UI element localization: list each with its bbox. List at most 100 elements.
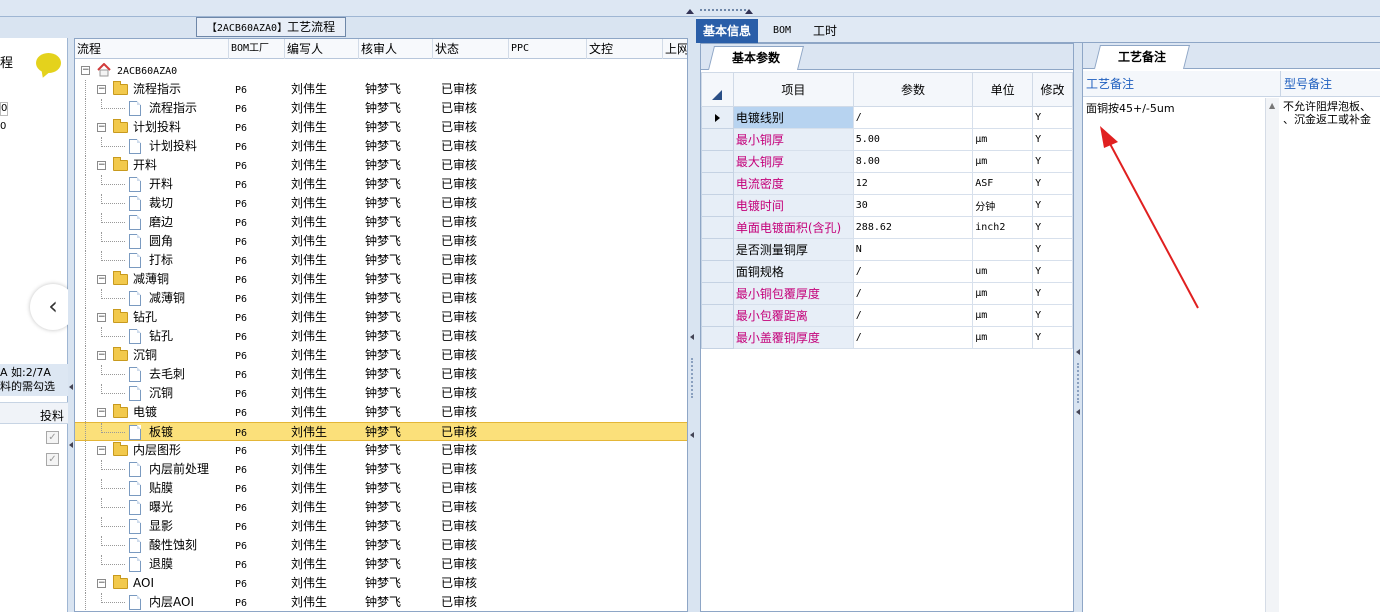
feed-checkbox[interactable]: ✓: [46, 453, 59, 466]
param-modify-cell[interactable]: Y: [1032, 326, 1073, 349]
param-row[interactable]: 最小包覆距离 / μm Y: [701, 304, 1073, 327]
middle-splitter[interactable]: [689, 38, 695, 612]
param-row[interactable]: 最小铜包覆厚度 / μm Y: [701, 282, 1073, 305]
param-unit-cell[interactable]: μm: [972, 150, 1034, 173]
collapse-up-icon[interactable]: [686, 9, 694, 14]
row-indicator[interactable]: [701, 326, 734, 349]
collapse-toggle-icon[interactable]: −: [97, 85, 106, 94]
param-modify-cell[interactable]: Y: [1032, 216, 1073, 239]
tree-folder-row[interactable]: − 钻孔 P6 刘伟生 钟梦飞 已审核: [75, 308, 687, 327]
param-row[interactable]: 电镀时间 30 分钟 Y: [701, 194, 1073, 217]
param-unit-cell[interactable]: μm: [972, 304, 1034, 327]
param-value-cell[interactable]: 288.62: [852, 216, 974, 239]
param-row[interactable]: 最小盖覆铜厚度 / μm Y: [701, 326, 1073, 349]
param-modify-cell[interactable]: Y: [1032, 172, 1073, 195]
param-modify-cell[interactable]: Y: [1032, 194, 1073, 217]
param-unit-cell[interactable]: [972, 238, 1034, 261]
param-item-cell[interactable]: 电镀时间: [732, 194, 854, 217]
tree-step-row[interactable]: 开料 P6 刘伟生 钟梦飞 已审核: [75, 175, 687, 194]
col-header-status[interactable]: 状态: [433, 39, 509, 59]
param-item-cell[interactable]: 最小盖覆铜厚度: [732, 326, 854, 349]
row-indicator[interactable]: [701, 106, 734, 129]
param-value-cell[interactable]: /: [852, 282, 974, 305]
param-item-cell[interactable]: 是否测量铜厚: [732, 238, 854, 261]
param-row[interactable]: 最大铜厚 8.00 μm Y: [701, 150, 1073, 173]
collapse-toggle-icon[interactable]: −: [97, 408, 106, 417]
top-splitter-bar[interactable]: [0, 0, 1380, 17]
param-value-cell[interactable]: /: [852, 304, 974, 327]
collapse-toggle-icon[interactable]: −: [97, 313, 106, 322]
feed-checkbox[interactable]: ✓: [46, 431, 59, 444]
col-header-reviewer[interactable]: 核审人: [359, 39, 433, 59]
row-indicator[interactable]: [701, 238, 734, 261]
col-header-model-note[interactable]: 型号备注: [1281, 71, 1380, 97]
collapse-toggle-icon[interactable]: −: [81, 66, 90, 75]
tree-step-row[interactable]: 板镀 P6 刘伟生 钟梦飞 已审核: [75, 422, 687, 442]
row-indicator[interactable]: [701, 128, 734, 151]
tree-folder-row[interactable]: − 沉铜 P6 刘伟生 钟梦飞 已审核: [75, 346, 687, 365]
col-header-item[interactable]: 项目: [732, 72, 854, 107]
collapse-toggle-icon[interactable]: −: [97, 161, 106, 170]
tab-bom[interactable]: BOM: [766, 19, 798, 43]
param-value-cell[interactable]: 30: [852, 194, 974, 217]
tree-step-row[interactable]: 磨边 P6 刘伟生 钟梦飞 已审核: [75, 213, 687, 232]
tab-process-notes[interactable]: 工艺备注: [1094, 45, 1190, 69]
param-modify-cell[interactable]: Y: [1032, 238, 1073, 261]
param-modify-cell[interactable]: Y: [1032, 282, 1073, 305]
tree-step-row[interactable]: 贴膜 P6 刘伟生 钟梦飞 已审核: [75, 479, 687, 498]
collapse-left-icon[interactable]: [69, 442, 73, 448]
param-item-cell[interactable]: 电镀线别: [732, 106, 854, 129]
param-value-cell[interactable]: 8.00: [852, 150, 974, 173]
col-header-bom-factory[interactable]: BOM工厂: [229, 39, 285, 59]
tree-step-row[interactable]: 曝光 P6 刘伟生 钟梦飞 已审核: [75, 498, 687, 517]
param-unit-cell[interactable]: μm: [972, 128, 1034, 151]
param-unit-cell[interactable]: μm: [972, 326, 1034, 349]
param-item-cell[interactable]: 最小包覆距离: [732, 304, 854, 327]
param-item-cell[interactable]: 面铜规格: [732, 260, 854, 283]
tree-folder-row[interactable]: − 计划投料 P6 刘伟生 钟梦飞 已审核: [75, 118, 687, 137]
collapse-toggle-icon[interactable]: −: [97, 275, 106, 284]
row-indicator[interactable]: [701, 172, 734, 195]
left-field-value[interactable]: 0: [0, 102, 8, 116]
param-modify-cell[interactable]: Y: [1032, 260, 1073, 283]
param-unit-cell[interactable]: [972, 106, 1034, 129]
collapse-toggle-icon[interactable]: −: [97, 579, 106, 588]
param-row[interactable]: 电流密度 12 ASF Y: [701, 172, 1073, 195]
row-indicator[interactable]: [701, 260, 734, 283]
col-header-unit[interactable]: 单位: [972, 72, 1034, 107]
note-scrollbar[interactable]: ▲: [1265, 98, 1279, 612]
param-row[interactable]: 最小铜厚 5.00 μm Y: [701, 128, 1073, 151]
tree-folder-row[interactable]: − 电镀 P6 刘伟生 钟梦飞 已审核: [75, 403, 687, 422]
param-unit-cell[interactable]: ASF: [972, 172, 1034, 195]
col-header-param[interactable]: 参数: [852, 72, 974, 107]
tree-step-row[interactable]: 沉铜 P6 刘伟生 钟梦飞 已审核: [75, 384, 687, 403]
row-indicator[interactable]: [701, 304, 734, 327]
row-indicator[interactable]: [701, 150, 734, 173]
collapse-left-icon[interactable]: [690, 432, 694, 438]
collapse-left-icon[interactable]: [69, 384, 73, 390]
col-header-online[interactable]: 上网: [663, 39, 687, 59]
tree-step-row[interactable]: 裁切 P6 刘伟生 钟梦飞 已审核: [75, 194, 687, 213]
model-note-cell[interactable]: 不允许阻焊泡板、 、沉金返工或补金: [1281, 98, 1380, 128]
tree-folder-row[interactable]: − 开料 P6 刘伟生 钟梦飞 已审核: [75, 156, 687, 175]
param-row[interactable]: 单面电镀面积(含孔) 288.62 inch2 Y: [701, 216, 1073, 239]
param-row[interactable]: 面铜规格 / um Y: [701, 260, 1073, 283]
param-unit-cell[interactable]: μm: [972, 282, 1034, 305]
collapse-left-icon[interactable]: [1076, 349, 1080, 355]
collapse-toggle-icon[interactable]: −: [97, 123, 106, 132]
tree-step-row[interactable]: 酸性蚀刻 P6 刘伟生 钟梦飞 已审核: [75, 536, 687, 555]
tree-step-row[interactable]: 退膜 P6 刘伟生 钟梦飞 已审核: [75, 555, 687, 574]
scroll-up-icon[interactable]: ▲: [1269, 101, 1275, 110]
param-item-cell[interactable]: 电流密度: [732, 172, 854, 195]
param-unit-cell[interactable]: um: [972, 260, 1034, 283]
collapse-left-icon[interactable]: [1076, 409, 1080, 415]
tree-folder-row[interactable]: − 流程指示 P6 刘伟生 钟梦飞 已审核: [75, 80, 687, 99]
col-header-modify[interactable]: 修改: [1032, 72, 1073, 107]
col-header-process-note[interactable]: 工艺备注: [1083, 71, 1281, 97]
tree-step-row[interactable]: 去毛刺 P6 刘伟生 钟梦飞 已审核: [75, 365, 687, 384]
param-unit-cell[interactable]: 分钟: [972, 194, 1034, 217]
collapse-toggle-icon[interactable]: −: [97, 446, 106, 455]
row-indicator[interactable]: [701, 216, 734, 239]
param-row[interactable]: 是否测量铜厚 N Y: [701, 238, 1073, 261]
tree-step-row[interactable]: 显影 P6 刘伟生 钟梦飞 已审核: [75, 517, 687, 536]
